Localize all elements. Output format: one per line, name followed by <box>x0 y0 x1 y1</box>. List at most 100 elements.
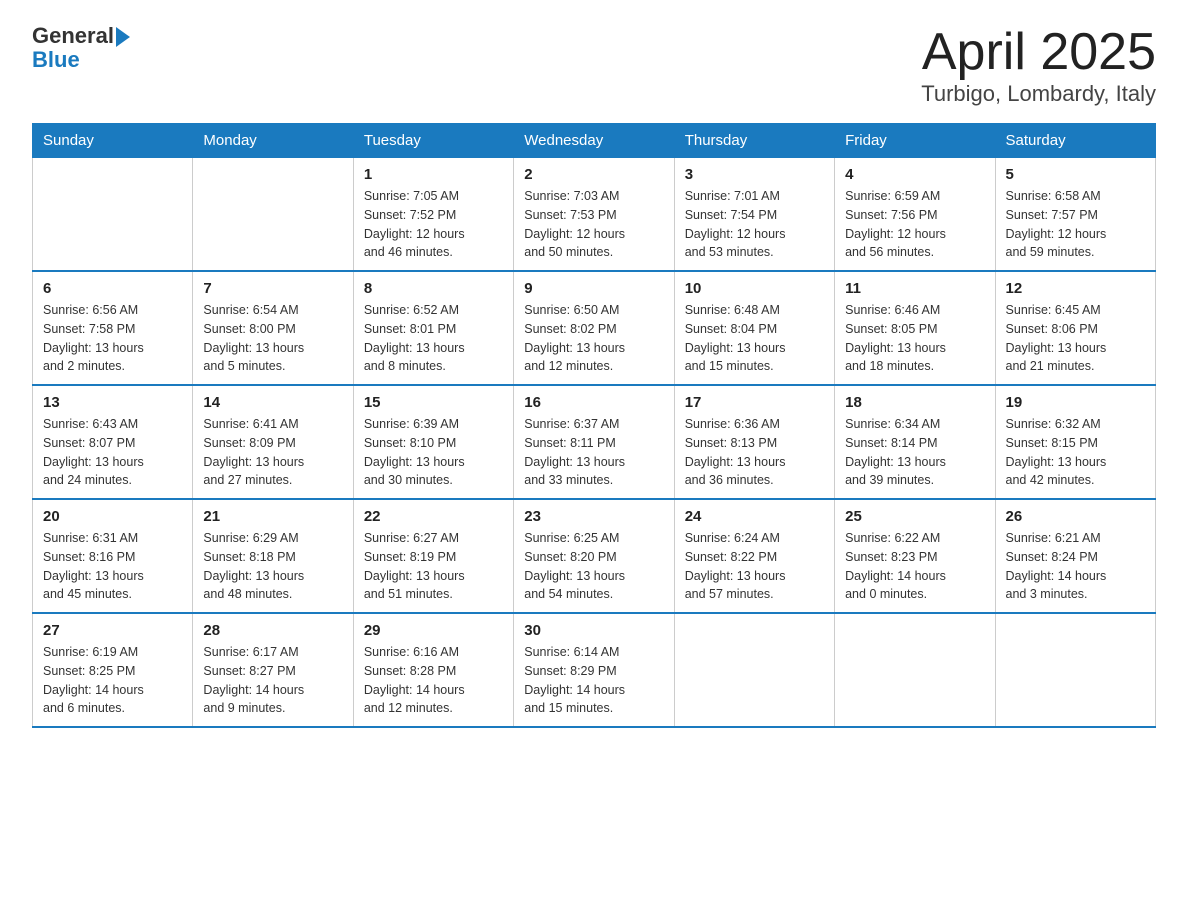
calendar-day-15: 15Sunrise: 6:39 AMSunset: 8:10 PMDayligh… <box>353 385 513 499</box>
day-number: 1 <box>364 166 503 183</box>
day-info: Sunrise: 6:54 AMSunset: 8:00 PMDaylight:… <box>203 301 342 376</box>
calendar-week-row: 1 Sunrise: 7:05 AMSunset: 7:52 PMDaylight… <box>33 158 1156 272</box>
day-info: Sunrise: 6:59 AMSunset: 7:56 PMDaylight:… <box>845 187 984 262</box>
calendar-day-20: 20 Sunrise: 6:31 AMSunset: 8:16 PMDayligh… <box>33 499 193 613</box>
day-info: Sunrise: 6:37 AMSunset: 8:11 PMDaylight:… <box>524 415 663 490</box>
calendar-day-empty <box>33 158 193 272</box>
day-number: 23 <box>524 508 663 525</box>
day-number: 8 <box>364 280 503 297</box>
calendar-day-empty <box>995 613 1155 727</box>
day-number: 30 <box>524 622 663 639</box>
calendar-week-row: 6 Sunrise: 6:56 AMSunset: 7:58 PMDaylight… <box>33 271 1156 385</box>
day-info: Sunrise: 6:52 AMSunset: 8:01 PMDaylight:… <box>364 301 503 376</box>
calendar-day-14: 14Sunrise: 6:41 AMSunset: 8:09 PMDayligh… <box>193 385 353 499</box>
calendar-day-2: 2 Sunrise: 7:03 AMSunset: 7:53 PMDaylight… <box>514 158 674 272</box>
day-number: 17 <box>685 394 824 411</box>
title-block: April 2025 Turbigo, Lombardy, Italy <box>921 24 1156 107</box>
calendar-day-16: 16 Sunrise: 6:37 AMSunset: 8:11 PMDayligh… <box>514 385 674 499</box>
calendar-day-21: 21Sunrise: 6:29 AMSunset: 8:18 PMDayligh… <box>193 499 353 613</box>
day-number: 2 <box>524 166 663 183</box>
day-number: 10 <box>685 280 824 297</box>
calendar-header-row: SundayMondayTuesdayWednesdayThursdayFrid… <box>33 124 1156 158</box>
col-header-tuesday: Tuesday <box>353 124 513 158</box>
day-info: Sunrise: 6:45 AMSunset: 8:06 PMDaylight:… <box>1006 301 1145 376</box>
calendar-day-30: 30 Sunrise: 6:14 AMSunset: 8:29 PMDayligh… <box>514 613 674 727</box>
day-number: 20 <box>43 508 182 525</box>
col-header-thursday: Thursday <box>674 124 834 158</box>
calendar-day-27: 27 Sunrise: 6:19 AMSunset: 8:25 PMDayligh… <box>33 613 193 727</box>
calendar-day-13: 13Sunrise: 6:43 AMSunset: 8:07 PMDayligh… <box>33 385 193 499</box>
day-number: 3 <box>685 166 824 183</box>
calendar-week-row: 27 Sunrise: 6:19 AMSunset: 8:25 PMDayligh… <box>33 613 1156 727</box>
calendar-day-12: 12Sunrise: 6:45 AMSunset: 8:06 PMDayligh… <box>995 271 1155 385</box>
calendar-day-25: 25 Sunrise: 6:22 AMSunset: 8:23 PMDayligh… <box>835 499 995 613</box>
day-number: 24 <box>685 508 824 525</box>
day-number: 21 <box>203 508 342 525</box>
col-header-wednesday: Wednesday <box>514 124 674 158</box>
calendar-day-4: 4Sunrise: 6:59 AMSunset: 7:56 PMDaylight… <box>835 158 995 272</box>
day-info: Sunrise: 6:56 AMSunset: 7:58 PMDaylight:… <box>43 301 182 376</box>
day-info: Sunrise: 6:25 AMSunset: 8:20 PMDaylight:… <box>524 529 663 604</box>
day-number: 26 <box>1006 508 1145 525</box>
day-number: 5 <box>1006 166 1145 183</box>
day-number: 6 <box>43 280 182 297</box>
day-number: 16 <box>524 394 663 411</box>
col-header-saturday: Saturday <box>995 124 1155 158</box>
col-header-monday: Monday <box>193 124 353 158</box>
calendar-day-5: 5 Sunrise: 6:58 AMSunset: 7:57 PMDaylight… <box>995 158 1155 272</box>
day-info: Sunrise: 6:22 AMSunset: 8:23 PMDaylight:… <box>845 529 984 604</box>
day-number: 18 <box>845 394 984 411</box>
calendar-day-10: 10Sunrise: 6:48 AMSunset: 8:04 PMDayligh… <box>674 271 834 385</box>
location-subtitle: Turbigo, Lombardy, Italy <box>921 81 1156 107</box>
day-info: Sunrise: 6:50 AMSunset: 8:02 PMDaylight:… <box>524 301 663 376</box>
logo-blue: Blue <box>32 48 130 72</box>
calendar-day-9: 9Sunrise: 6:50 AMSunset: 8:02 PMDaylight… <box>514 271 674 385</box>
calendar-day-7: 7 Sunrise: 6:54 AMSunset: 8:00 PMDaylight… <box>193 271 353 385</box>
day-info: Sunrise: 6:46 AMSunset: 8:05 PMDaylight:… <box>845 301 984 376</box>
day-info: Sunrise: 7:01 AMSunset: 7:54 PMDaylight:… <box>685 187 824 262</box>
calendar-day-6: 6 Sunrise: 6:56 AMSunset: 7:58 PMDaylight… <box>33 271 193 385</box>
calendar-title: April 2025 <box>921 24 1156 81</box>
day-info: Sunrise: 6:39 AMSunset: 8:10 PMDaylight:… <box>364 415 503 490</box>
day-info: Sunrise: 6:32 AMSunset: 8:15 PMDaylight:… <box>1006 415 1145 490</box>
logo-arrow-icon <box>116 27 130 47</box>
day-info: Sunrise: 6:43 AMSunset: 8:07 PMDaylight:… <box>43 415 182 490</box>
day-number: 27 <box>43 622 182 639</box>
day-info: Sunrise: 6:36 AMSunset: 8:13 PMDaylight:… <box>685 415 824 490</box>
calendar-day-29: 29 Sunrise: 6:16 AMSunset: 8:28 PMDayligh… <box>353 613 513 727</box>
calendar-day-17: 17 Sunrise: 6:36 AMSunset: 8:13 PMDayligh… <box>674 385 834 499</box>
day-info: Sunrise: 7:03 AMSunset: 7:53 PMDaylight:… <box>524 187 663 262</box>
calendar-day-28: 28Sunrise: 6:17 AMSunset: 8:27 PMDayligh… <box>193 613 353 727</box>
calendar-day-empty <box>835 613 995 727</box>
col-header-friday: Friday <box>835 124 995 158</box>
calendar-day-22: 22Sunrise: 6:27 AMSunset: 8:19 PMDayligh… <box>353 499 513 613</box>
day-info: Sunrise: 6:14 AMSunset: 8:29 PMDaylight:… <box>524 643 663 718</box>
day-info: Sunrise: 6:16 AMSunset: 8:28 PMDaylight:… <box>364 643 503 718</box>
day-info: Sunrise: 6:19 AMSunset: 8:25 PMDaylight:… <box>43 643 182 718</box>
day-number: 14 <box>203 394 342 411</box>
calendar-table: SundayMondayTuesdayWednesdayThursdayFrid… <box>32 123 1156 728</box>
calendar-week-row: 13Sunrise: 6:43 AMSunset: 8:07 PMDayligh… <box>33 385 1156 499</box>
day-info: Sunrise: 6:34 AMSunset: 8:14 PMDaylight:… <box>845 415 984 490</box>
day-number: 7 <box>203 280 342 297</box>
calendar-day-empty <box>674 613 834 727</box>
day-info: Sunrise: 6:24 AMSunset: 8:22 PMDaylight:… <box>685 529 824 604</box>
calendar-day-19: 19Sunrise: 6:32 AMSunset: 8:15 PMDayligh… <box>995 385 1155 499</box>
calendar-day-26: 26 Sunrise: 6:21 AMSunset: 8:24 PMDayligh… <box>995 499 1155 613</box>
logo: General Blue <box>32 24 130 72</box>
calendar-week-row: 20 Sunrise: 6:31 AMSunset: 8:16 PMDayligh… <box>33 499 1156 613</box>
calendar-day-3: 3 Sunrise: 7:01 AMSunset: 7:54 PMDaylight… <box>674 158 834 272</box>
day-info: Sunrise: 7:05 AMSunset: 7:52 PMDaylight:… <box>364 187 503 262</box>
day-info: Sunrise: 6:31 AMSunset: 8:16 PMDaylight:… <box>43 529 182 604</box>
day-number: 25 <box>845 508 984 525</box>
calendar-day-11: 11 Sunrise: 6:46 AMSunset: 8:05 PMDayligh… <box>835 271 995 385</box>
calendar-day-18: 18 Sunrise: 6:34 AMSunset: 8:14 PMDayligh… <box>835 385 995 499</box>
day-number: 22 <box>364 508 503 525</box>
calendar-day-8: 8 Sunrise: 6:52 AMSunset: 8:01 PMDaylight… <box>353 271 513 385</box>
day-info: Sunrise: 6:58 AMSunset: 7:57 PMDaylight:… <box>1006 187 1145 262</box>
calendar-day-23: 23 Sunrise: 6:25 AMSunset: 8:20 PMDayligh… <box>514 499 674 613</box>
day-info: Sunrise: 6:21 AMSunset: 8:24 PMDaylight:… <box>1006 529 1145 604</box>
day-number: 11 <box>845 280 984 297</box>
calendar-day-empty <box>193 158 353 272</box>
day-number: 29 <box>364 622 503 639</box>
